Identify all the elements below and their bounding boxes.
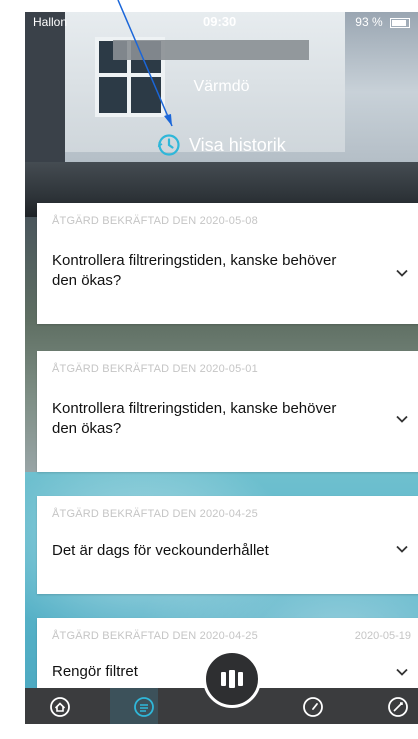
- battery-icon: [390, 17, 410, 28]
- card-title: Kontrollera filtreringstiden, kanske beh…: [52, 400, 337, 437]
- history-label: Visa historik: [189, 134, 286, 155]
- pool-center-button[interactable]: [203, 650, 261, 708]
- card-meta-date: 2020-05-19: [354, 630, 411, 642]
- card-title: Det är dags för veckounderhållet: [52, 542, 269, 559]
- pool-icon: [221, 670, 243, 688]
- card-meta: ÅTGÄRD BEKRÄFTAD DEN 2020-04-25: [52, 630, 258, 642]
- settings-icon[interactable]: [387, 696, 409, 718]
- history-button[interactable]: Visa historik: [157, 132, 286, 158]
- history-card-2[interactable]: ÅTGÄRD BEKRÄFTAD DEN 2020-05-01 Kontroll…: [37, 351, 418, 472]
- card-meta: ÅTGÄRD BEKRÄFTAD DEN 2020-04-25: [52, 508, 258, 520]
- status-bar: Hallon 09:30 93 %: [25, 12, 418, 32]
- location-title: Värmdö: [193, 78, 250, 95]
- battery-status: 93 %: [355, 15, 410, 29]
- chevron-down-icon[interactable]: [395, 412, 409, 426]
- card-title: Rengör filtret: [52, 663, 138, 680]
- history-card-1[interactable]: ÅTGÄRD BEKRÄFTAD DEN 2020-05-08 Kontroll…: [37, 203, 418, 324]
- card-meta: ÅTGÄRD BEKRÄFTAD DEN 2020-05-08: [52, 215, 258, 227]
- card-title: Kontrollera filtreringstiden, kanske beh…: [52, 252, 337, 289]
- clock-history-icon: [157, 134, 180, 156]
- redacted-bar: [113, 40, 309, 60]
- phone-screen: Hallon 09:30 93 % Värmdö Visa historik Å…: [25, 12, 418, 724]
- history-card-3[interactable]: ÅTGÄRD BEKRÄFTAD DEN 2020-04-25 Det är d…: [37, 496, 418, 594]
- card-meta: ÅTGÄRD BEKRÄFTAD DEN 2020-05-01: [52, 363, 258, 375]
- menu-icon[interactable]: [133, 696, 155, 718]
- chevron-down-icon[interactable]: [395, 542, 409, 556]
- status-time: 09:30: [203, 14, 237, 29]
- chevron-down-icon[interactable]: [395, 665, 409, 679]
- chevron-down-icon[interactable]: [395, 266, 409, 280]
- battery-percent: 93 %: [355, 15, 383, 29]
- carrier-label: Hallon: [33, 15, 68, 29]
- gauge-icon[interactable]: [302, 696, 324, 718]
- home-icon[interactable]: [49, 696, 71, 718]
